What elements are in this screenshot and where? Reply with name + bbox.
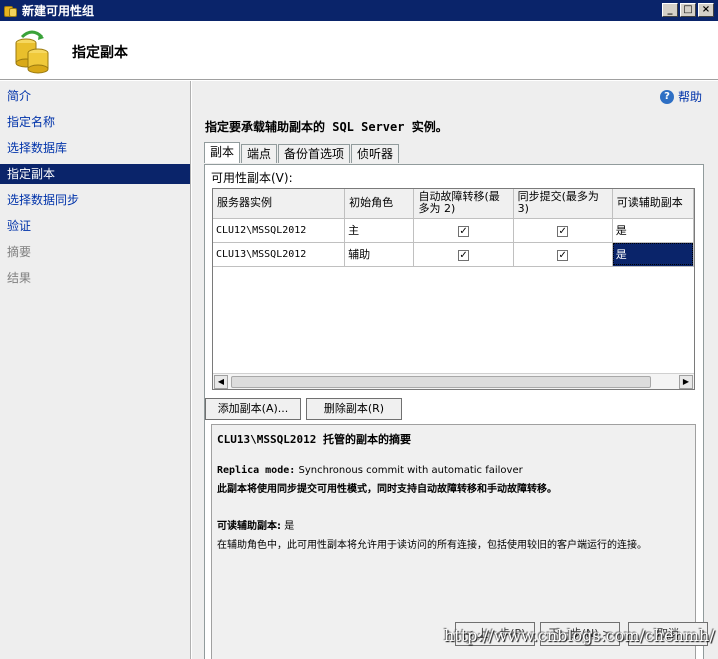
cell-server[interactable]: CLU13\MSSQL2012 bbox=[213, 242, 346, 267]
nav-item-name[interactable]: 指定名称 bbox=[0, 109, 190, 135]
cell-role[interactable]: 主 bbox=[344, 218, 415, 243]
replicas-grid: 服务器实例 初始角色 自动故障转移(最多为 2) 同步提交(最多为 3) 可读辅… bbox=[212, 188, 695, 390]
nav-item-databases[interactable]: 选择数据库 bbox=[0, 135, 190, 161]
scroll-right-icon[interactable]: ▶ bbox=[679, 375, 693, 389]
cell-readable-selected[interactable]: 是 bbox=[612, 242, 694, 267]
tab-listener[interactable]: 侦听器 bbox=[351, 144, 400, 163]
tab-replicas[interactable]: 副本 bbox=[204, 142, 241, 163]
nav-item-validation[interactable]: 验证 bbox=[0, 213, 190, 239]
availability-group-icon bbox=[4, 4, 18, 18]
help-link[interactable]: ? 帮助 bbox=[659, 88, 702, 105]
tab-endpoints[interactable]: 端点 bbox=[241, 144, 278, 163]
title-bar: 新建可用性组 _ □ × bbox=[0, 0, 718, 21]
replicas-tab-panel: 可用性副本(V): 服务器实例 初始角色 自动故障转移(最多为 2) 同步提交(… bbox=[204, 164, 704, 659]
tab-strip: 副本 端点 备份首选项 侦听器 bbox=[204, 142, 400, 164]
auto-failover-checkbox[interactable]: ✓ bbox=[458, 249, 470, 261]
replica-mode-value: Synchronous commit with automatic failov… bbox=[298, 465, 523, 476]
window-title: 新建可用性组 bbox=[22, 4, 95, 18]
readable-secondary-value: 是 bbox=[284, 521, 295, 532]
help-icon: ? bbox=[659, 89, 674, 104]
minimize-button[interactable]: _ bbox=[662, 3, 678, 17]
database-sync-icon bbox=[15, 30, 49, 74]
watermark-text: http://www.cnblogs.com/chenmh/ bbox=[444, 626, 715, 645]
add-replica-button[interactable]: 添加副本(A)... bbox=[205, 398, 301, 420]
table-row[interactable]: CLU13\MSSQL2012 辅助 ✓ ✓ 是 bbox=[213, 242, 694, 267]
close-button[interactable]: × bbox=[698, 3, 714, 17]
nav-item-summary: 摘要 bbox=[7, 245, 32, 259]
horizontal-scrollbar[interactable]: ◀ ▶ bbox=[213, 373, 694, 389]
replica-mode-label: Replica mode: bbox=[217, 465, 296, 476]
maximize-button[interactable]: □ bbox=[680, 3, 696, 17]
sync-commit-checkbox[interactable]: ✓ bbox=[557, 249, 569, 261]
scroll-thumb[interactable] bbox=[231, 376, 651, 388]
nav-item-intro[interactable]: 简介 bbox=[0, 83, 190, 109]
wizard-header: 指定副本 bbox=[0, 21, 718, 80]
readable-secondary-description: 在辅助角色中，此可用性副本将允许用于读访问的所有连接，包括使用较旧的客户端运行的… bbox=[217, 540, 647, 551]
replica-mode-description: 此副本将使用同步提交可用性模式，同时支持自动故障转移和手动故障转移。 bbox=[217, 484, 557, 495]
column-header-sync-commit[interactable]: 同步提交(最多为 3) bbox=[513, 189, 613, 219]
instruction-text: 指定要承载辅助副本的 SQL Server 实例。 bbox=[205, 120, 448, 134]
cell-readable[interactable]: 是 bbox=[612, 218, 694, 243]
replicas-label: 可用性副本(V): bbox=[211, 171, 293, 185]
table-row[interactable]: CLU12\MSSQL2012 主 ✓ ✓ 是 bbox=[213, 218, 694, 243]
nav-item-data-sync[interactable]: 选择数据同步 bbox=[0, 187, 190, 213]
tab-backup-preferences[interactable]: 备份首选项 bbox=[278, 144, 351, 163]
sync-commit-checkbox[interactable]: ✓ bbox=[557, 225, 569, 237]
replica-summary-panel: CLU13\MSSQL2012 托管的副本的摘要 Replica mode: S… bbox=[211, 424, 696, 659]
remove-replica-button[interactable]: 删除副本(R) bbox=[306, 398, 402, 420]
readable-secondary-label: 可读辅助副本: bbox=[217, 521, 281, 532]
nav-item-results: 结果 bbox=[7, 271, 32, 285]
page-title: 指定副本 bbox=[72, 45, 128, 61]
column-header-server[interactable]: 服务器实例 bbox=[213, 189, 346, 219]
main-panel: ? 帮助 指定要承载辅助副本的 SQL Server 实例。 副本 端点 备份首… bbox=[192, 81, 718, 659]
column-header-role[interactable]: 初始角色 bbox=[344, 189, 415, 219]
help-label: 帮助 bbox=[677, 90, 702, 104]
wizard-nav: 简介 指定名称 选择数据库 指定副本 选择数据同步 验证 摘要 结果 bbox=[0, 81, 191, 659]
nav-item-replicas[interactable]: 指定副本 bbox=[0, 164, 190, 184]
cell-role[interactable]: 辅助 bbox=[344, 242, 415, 267]
summary-title: CLU13\MSSQL2012 托管的副本的摘要 bbox=[217, 433, 411, 446]
column-header-auto-failover[interactable]: 自动故障转移(最多为 2) bbox=[413, 189, 514, 219]
column-header-readable[interactable]: 可读辅助副本 bbox=[612, 189, 694, 219]
auto-failover-checkbox[interactable]: ✓ bbox=[458, 225, 470, 237]
scroll-left-icon[interactable]: ◀ bbox=[214, 375, 228, 389]
cell-server[interactable]: CLU12\MSSQL2012 bbox=[213, 218, 346, 243]
